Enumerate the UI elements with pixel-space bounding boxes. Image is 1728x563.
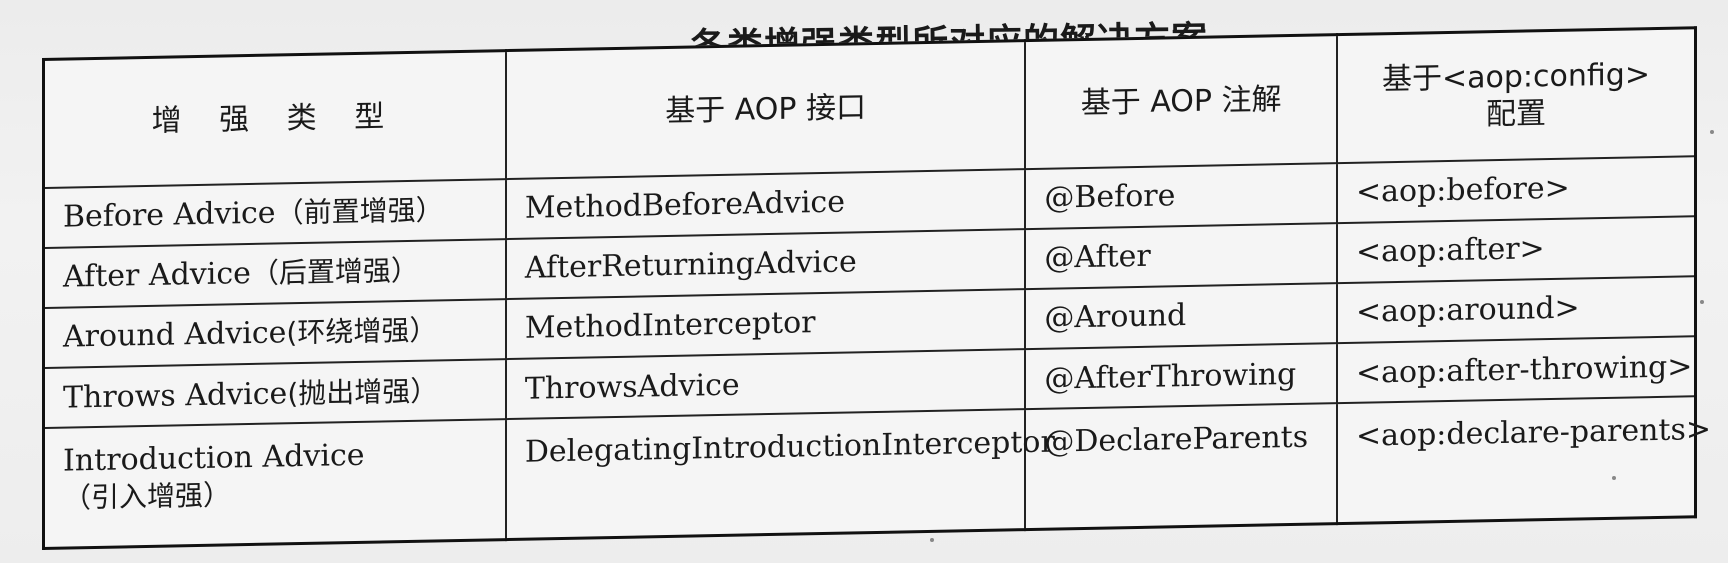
advice-type-cell: Throws Advice(抛出增强） <box>43 359 506 429</box>
speck-mark <box>1700 300 1704 304</box>
advice-type-cell: After Advice（后置增强） <box>43 239 506 309</box>
aop-interface-cell: AfterReturningAdvice <box>505 229 1026 300</box>
aop-config-cell: <aop:after> <box>1337 216 1696 284</box>
header-aop-config-line2: 配置 <box>1486 96 1546 133</box>
aop-config-cell: <aop:before> <box>1337 156 1696 224</box>
advice-type-en: Throws Advice <box>63 375 288 416</box>
advice-type-cell: Before Advice（前置增强） <box>43 179 506 249</box>
advice-solution-table: 增 强 类 型 基于 AOP 接口 基于 AOP 注解 基于<aop:confi… <box>42 26 1711 551</box>
aop-config-cell: <aop:after-throwing> <box>1337 336 1696 404</box>
advice-type-cn: (抛出增强） <box>287 373 439 410</box>
aop-annotation-cell: @Around <box>1025 283 1338 350</box>
aop-interface-cell: DelegatingIntroductionInterceptor <box>505 409 1055 540</box>
header-advice-type: 增 强 类 型 <box>43 50 506 188</box>
header-aop-annotation: 基于 AOP 注解 <box>1025 34 1338 170</box>
aop-annotation-cell: @AfterThrowing <box>1025 343 1338 410</box>
advice-type-cn: （前置增强） <box>275 193 444 230</box>
advice-type-cn: （引入增强） <box>63 478 232 515</box>
aop-annotation-cell: @DeclareParents <box>1025 403 1338 530</box>
aop-config-cell: <aop:around> <box>1337 276 1696 344</box>
advice-type-en: Around Advice <box>63 315 287 356</box>
advice-type-cn: （后置增强） <box>250 254 419 291</box>
advice-type-cell: Introduction Advice （引入增强） <box>43 419 506 549</box>
speck-mark <box>1710 130 1714 134</box>
advice-type-cn: (环绕增强） <box>286 313 438 350</box>
aop-interface-cell: MethodBeforeAdvice <box>505 169 1026 240</box>
aop-annotation-cell: @After <box>1025 223 1338 290</box>
advice-type-en: Before Advice <box>63 195 276 235</box>
advice-table-container: 增 强 类 型 基于 AOP 接口 基于 AOP 注解 基于<aop:confi… <box>42 26 1711 551</box>
advice-type-en: After Advice <box>63 256 251 295</box>
aop-interface-cell: ThrowsAdvice <box>505 349 1026 420</box>
header-aop-config-line1: 基于<aop:config> <box>1382 56 1650 97</box>
aop-interface-cell: MethodInterceptor <box>505 289 1026 360</box>
header-aop-config: 基于<aop:config> 配置 <box>1337 27 1696 164</box>
advice-type-cell: Around Advice(环绕增强） <box>43 299 506 369</box>
header-aop-interface: 基于 AOP 接口 <box>505 40 1026 180</box>
aop-annotation-cell: @Before <box>1025 163 1338 230</box>
speck-mark <box>930 538 934 542</box>
speck-mark <box>1612 476 1616 480</box>
aop-config-cell: <aop:declare-parents> <box>1337 396 1711 524</box>
